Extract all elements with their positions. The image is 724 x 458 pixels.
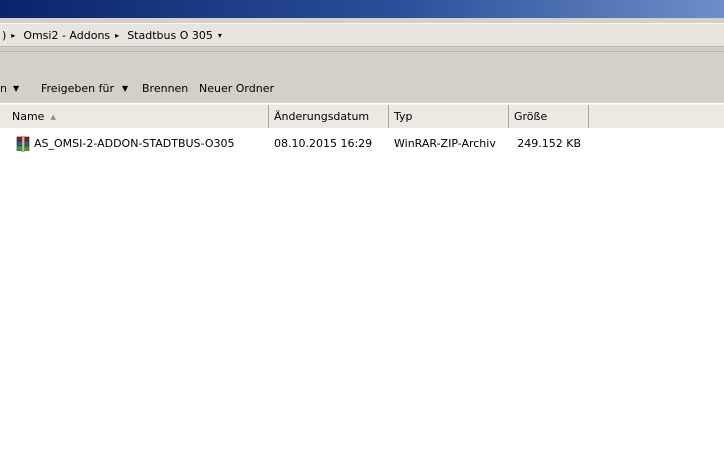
- column-header-row: Name ▲ Änderungsdatum Typ Größe: [0, 104, 724, 129]
- column-header-type[interactable]: Typ: [389, 105, 509, 128]
- column-header-size[interactable]: Größe: [509, 105, 589, 128]
- organize-label: n: [0, 82, 7, 95]
- winrar-archive-icon: [16, 136, 30, 152]
- breadcrumb-label: Omsi2 - Addons: [23, 28, 111, 42]
- breadcrumb-label: ): [2, 28, 7, 42]
- file-type: WinRAR-ZIP-Archiv: [394, 137, 496, 150]
- organize-button[interactable]: n ▼: [0, 82, 19, 95]
- breadcrumb-item-stadtbus[interactable]: Stadtbus O 305 ▾: [125, 29, 228, 42]
- command-toolbar: n ▼ Freigeben für ▼ Brennen Neuer Ordner: [0, 52, 724, 103]
- chevron-down-icon: ▼: [121, 84, 129, 93]
- breadcrumb-arrow-icon[interactable]: ▸: [112, 31, 125, 40]
- breadcrumb[interactable]: ) ▸ Omsi2 - Addons ▸ Stadtbus O 305 ▾: [0, 23, 724, 47]
- breadcrumb-item-parent[interactable]: ) ▸: [0, 29, 21, 42]
- column-header-date[interactable]: Änderungsdatum: [269, 105, 389, 128]
- file-row[interactable]: AS_OMSI-2-ADDON-STADTBUS-O305 08.10.2015…: [0, 135, 724, 153]
- window-title-bar: [0, 0, 724, 18]
- burn-button[interactable]: Brennen: [142, 82, 188, 95]
- address-bar: ) ▸ Omsi2 - Addons ▸ Stadtbus O 305 ▾: [0, 18, 724, 52]
- new-folder-label: Neuer Ordner: [199, 82, 274, 95]
- breadcrumb-arrow-icon[interactable]: ▸: [8, 31, 21, 40]
- column-header-label: Name: [12, 110, 45, 123]
- sort-ascending-icon: ▲: [50, 112, 56, 121]
- breadcrumb-dropdown-icon[interactable]: ▾: [215, 31, 228, 40]
- new-folder-button[interactable]: Neuer Ordner: [199, 82, 274, 95]
- file-list: AS_OMSI-2-ADDON-STADTBUS-O305 08.10.2015…: [0, 128, 724, 458]
- file-size: 249.152 KB: [517, 137, 581, 150]
- share-label: Freigeben für: [41, 82, 114, 95]
- file-date: 08.10.2015 16:29: [274, 137, 373, 150]
- column-header-label: Größe: [514, 110, 548, 123]
- breadcrumb-label: Stadtbus O 305: [127, 28, 213, 42]
- burn-label: Brennen: [142, 82, 189, 95]
- column-header-label: Typ: [394, 110, 413, 123]
- file-name: AS_OMSI-2-ADDON-STADTBUS-O305: [34, 137, 235, 150]
- breadcrumb-item-omsi2-addons[interactable]: Omsi2 - Addons ▸: [21, 29, 125, 42]
- chevron-down-icon: ▼: [12, 84, 20, 93]
- column-header-label: Änderungsdatum: [274, 110, 370, 123]
- column-header-name[interactable]: Name ▲: [0, 105, 269, 128]
- share-button[interactable]: Freigeben für ▼: [41, 82, 128, 95]
